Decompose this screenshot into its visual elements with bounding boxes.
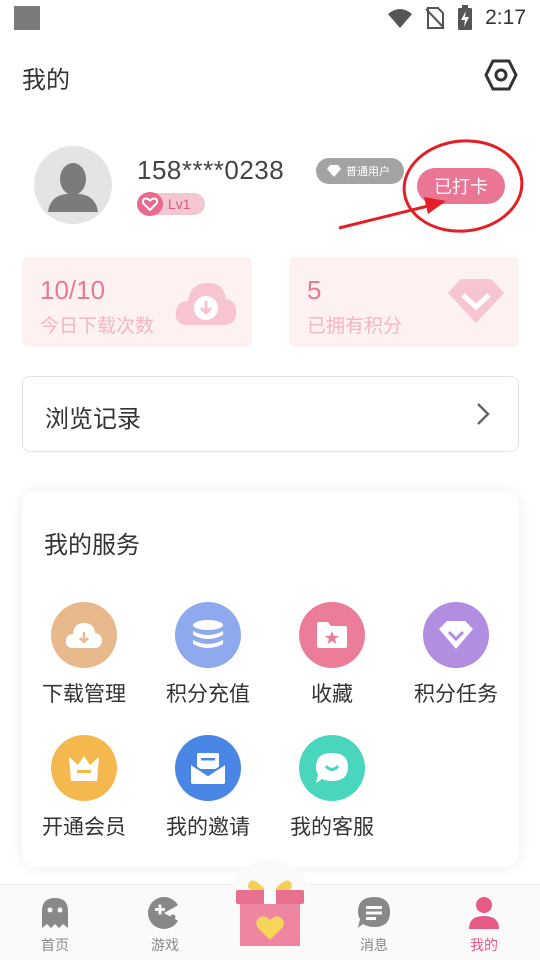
status-bar: 2:17: [0, 0, 540, 36]
user-type-label: 普通用户: [346, 165, 390, 178]
services-panel: 我的服务 下载管理 积分充值 收藏 积分任务 开通会员 我的邀请 我的客服: [22, 491, 519, 867]
settings-button[interactable]: [482, 56, 520, 94]
points-stat-card[interactable]: 5 已拥有积分: [289, 257, 519, 347]
gift-box-icon: [236, 880, 304, 946]
cloud-download-icon: [51, 602, 117, 668]
nav-label: 消息: [360, 938, 388, 954]
annotation-arrow-line: [338, 204, 429, 230]
default-user-icon: [48, 163, 98, 212]
message-icon: [339, 895, 409, 931]
browse-history-label: 浏览记录: [45, 405, 141, 433]
service-download-manage[interactable]: 下载管理: [22, 602, 146, 708]
level-badge: Lv1: [137, 192, 205, 216]
diamond-icon: [327, 165, 341, 177]
page-title: 我的: [22, 66, 70, 94]
diamond-icon: [423, 602, 489, 668]
battery-charging-icon: [458, 5, 473, 30]
status-time: 2:17: [485, 6, 526, 29]
notification-icon: [14, 6, 40, 30]
nav-item-games[interactable]: 游戏: [130, 895, 200, 955]
points-label: 已拥有积分: [307, 315, 403, 337]
nav-item-mine[interactable]: 我的: [449, 895, 519, 955]
browse-history-row[interactable]: 浏览记录: [22, 376, 519, 452]
level-label: Lv1: [168, 196, 191, 212]
service-points-recharge[interactable]: 积分充值: [146, 602, 270, 708]
coin-stack-icon: [175, 602, 241, 668]
heart-icon: [137, 192, 163, 216]
service-my-support[interactable]: 我的客服: [270, 735, 394, 841]
status-icons: 2:17: [387, 4, 526, 32]
service-label: 开通会员: [42, 815, 126, 839]
nav-label: 游戏: [151, 938, 179, 954]
ghost-icon: [20, 895, 90, 931]
user-phone: 158****0238: [137, 155, 285, 185]
downloads-stat-card[interactable]: 10/10 今日下载次数: [22, 257, 252, 347]
hexagon-settings-icon: [484, 59, 518, 91]
services-title: 我的服务: [44, 531, 140, 559]
service-label: 我的客服: [290, 815, 374, 839]
downloads-value: 10/10: [40, 275, 106, 305]
gift-button[interactable]: [228, 860, 312, 960]
service-label: 积分充值: [166, 682, 250, 706]
service-open-membership[interactable]: 开通会员: [22, 735, 146, 841]
no-sim-icon: [425, 7, 445, 29]
checkin-button[interactable]: 已打卡: [417, 168, 505, 204]
service-points-tasks[interactable]: 积分任务: [394, 602, 518, 708]
person-icon: [449, 895, 519, 931]
nav-item-messages[interactable]: 消息: [339, 895, 409, 955]
chat-bubble-icon: [299, 735, 365, 801]
service-favorites[interactable]: 收藏: [270, 602, 394, 708]
service-my-invitations[interactable]: 我的邀请: [146, 735, 270, 841]
nav-item-home[interactable]: 首页: [20, 895, 90, 955]
envelope-icon: [175, 735, 241, 801]
avatar[interactable]: [34, 146, 112, 224]
nav-label: 首页: [41, 938, 69, 954]
chevron-right-icon: [477, 403, 490, 425]
user-type-badge: 普通用户: [316, 158, 404, 184]
diamond-icon: [448, 279, 504, 323]
service-label: 积分任务: [414, 682, 498, 706]
gamepad-icon: [130, 895, 200, 931]
wifi-icon: [388, 9, 413, 28]
nav-label: 我的: [470, 938, 498, 954]
downloads-label: 今日下载次数: [40, 315, 155, 337]
cloud-download-icon: [175, 283, 237, 325]
service-label: 收藏: [311, 682, 353, 706]
points-value: 5: [307, 275, 322, 305]
service-label: 下载管理: [42, 682, 126, 706]
service-label: 我的邀请: [166, 815, 250, 839]
crown-icon: [51, 735, 117, 801]
folder-star-icon: [299, 602, 365, 668]
